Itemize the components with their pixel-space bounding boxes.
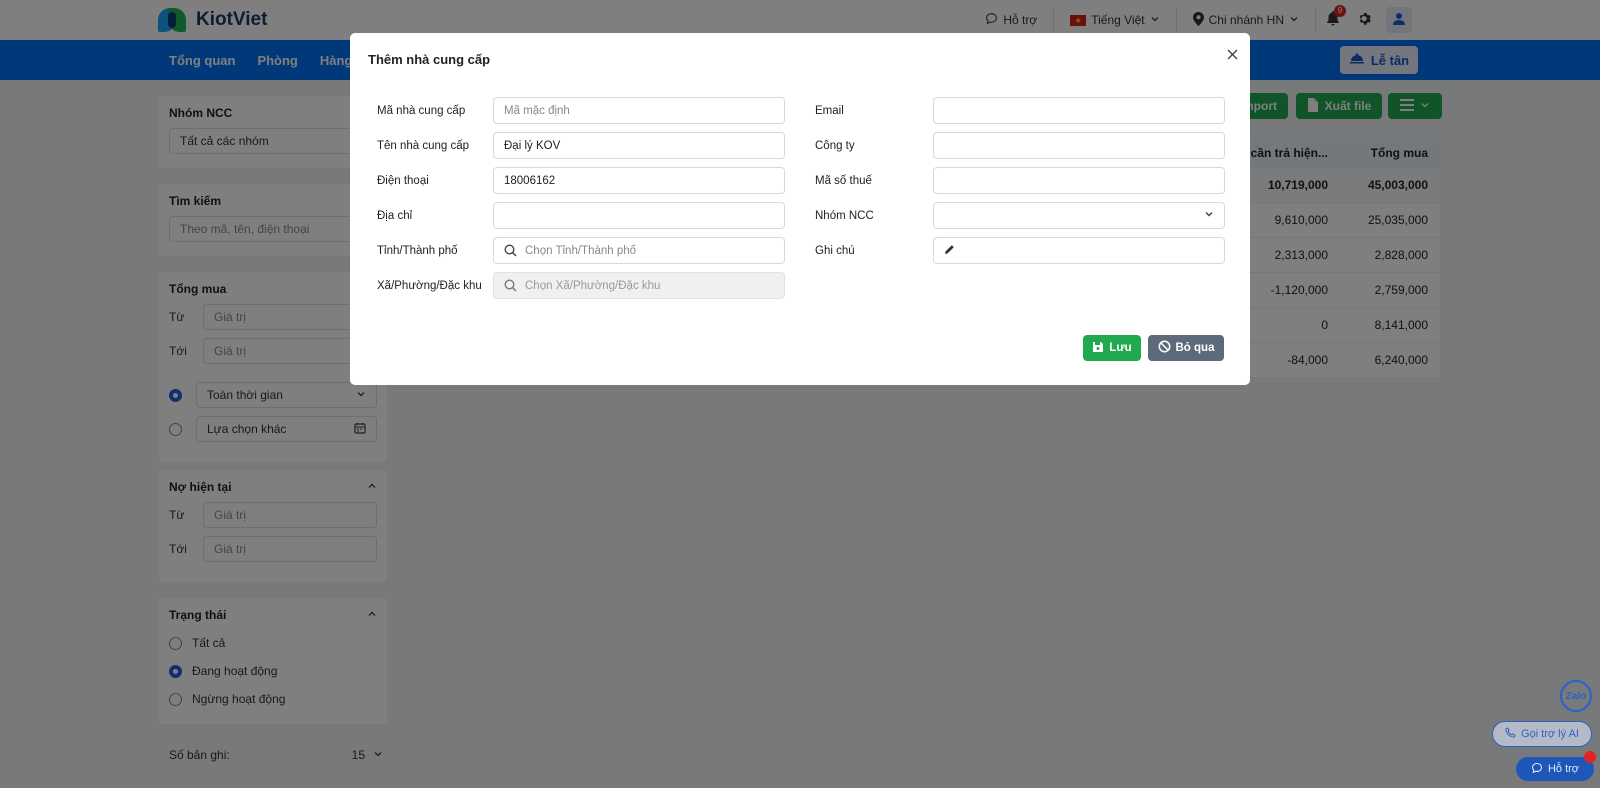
chat-icon (1531, 762, 1543, 777)
supplier-group-dropdown[interactable] (933, 202, 1225, 229)
help-chat-button[interactable]: Hỗ trợ (1516, 757, 1594, 781)
address-label: Địa chỉ (377, 209, 413, 222)
add-supplier-modal: Thêm nhà cung cấp Mã nhà cung cấp Mã mặc… (350, 33, 1250, 385)
ward-label: Xã/Phường/Đặc khu (377, 279, 482, 292)
note-label: Ghi chú (815, 244, 855, 257)
form-left-column: Mã nhà cung cấp Mã mặc định Tên nhà cung… (377, 97, 793, 307)
company-label: Công ty (815, 139, 855, 152)
company-input[interactable] (933, 132, 1225, 159)
ban-icon (1158, 340, 1171, 356)
supplier-name-label: Tên nhà cung cấp (377, 139, 470, 152)
supplier-code-input[interactable]: Mã mặc định (493, 97, 785, 124)
chevron-down-icon (1204, 209, 1214, 222)
cancel-label: Bỏ qua (1175, 342, 1215, 354)
supplier-group-label: Nhóm NCC (815, 209, 874, 222)
pencil-icon (944, 244, 955, 258)
ward-search-input[interactable]: Chọn Xã/Phường/Đặc khu (493, 272, 785, 299)
province-search-input[interactable]: Chọn Tỉnh/Thành phố (493, 237, 785, 264)
close-icon (1227, 45, 1238, 64)
tax-code-input[interactable] (933, 167, 1225, 194)
email-label: Email (815, 104, 844, 117)
address-input[interactable] (493, 202, 785, 229)
tax-code-label: Mã số thuế (815, 174, 872, 187)
supplier-code-label: Mã nhà cung cấp (377, 104, 466, 117)
help-notification-dot (1584, 751, 1596, 763)
cancel-button[interactable]: Bỏ qua (1148, 335, 1224, 361)
form-right-column: Email Công ty Mã số thuế Nhóm NCC Ghi ch… (815, 97, 1227, 272)
zalo-label: Zalo (1565, 690, 1587, 702)
phone-input[interactable]: 18006162 (493, 167, 785, 194)
phone-label: Điện thoại (377, 174, 429, 187)
zalo-chat-button[interactable]: Zalo (1560, 680, 1592, 712)
ward-placeholder: Chọn Xã/Phường/Đặc khu (525, 279, 661, 292)
supplier-name-input[interactable]: Đại lý KOV (493, 132, 785, 159)
floppy-disk-icon (1092, 341, 1104, 356)
search-icon (504, 279, 517, 292)
ai-assistant-label: Gọi trợ lý AI (1521, 728, 1579, 740)
ai-assistant-button[interactable]: Gọi trợ lý AI (1492, 721, 1592, 747)
help-label: Hỗ trợ (1547, 763, 1580, 775)
province-label: Tỉnh/Thành phố (377, 244, 458, 257)
save-label: Lưu (1109, 342, 1132, 354)
save-button[interactable]: Lưu (1083, 335, 1141, 361)
close-button[interactable] (1227, 45, 1238, 65)
province-placeholder: Chọn Tỉnh/Thành phố (525, 244, 637, 257)
search-icon (504, 244, 517, 257)
phone-icon (1505, 727, 1516, 741)
modal-title: Thêm nhà cung cấp (368, 52, 491, 67)
note-input[interactable] (933, 237, 1225, 264)
email-input[interactable] (933, 97, 1225, 124)
